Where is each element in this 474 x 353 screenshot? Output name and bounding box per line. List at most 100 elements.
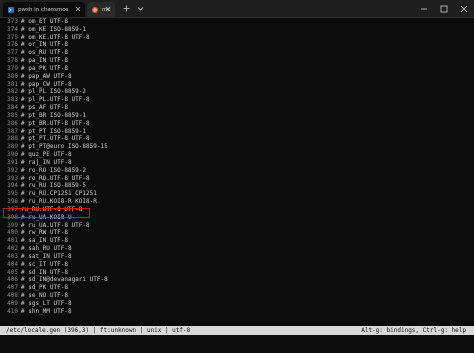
- buffer-line[interactable]: 403 # sat_IN UTF-8: [0, 253, 470, 261]
- buffer-line[interactable]: 374 # om_KE ISO-8859-1: [0, 26, 470, 34]
- buffer-line[interactable]: 380 # pap_AW UTF-8: [0, 73, 470, 81]
- buffer-line[interactable]: 375 # om_KE.UTF-8 UTF-8: [0, 34, 470, 42]
- buffer-line[interactable]: 410 # shn_MM UTF-8: [0, 308, 470, 316]
- buffer-line[interactable]: 393 # ro_RO.UTF-8 UTF-8: [0, 175, 470, 183]
- close-window-button[interactable]: [454, 0, 474, 17]
- editor-buffer[interactable]: 373 # om_ET UTF-8 374 # om_KE ISO-8859-1 375…: [0, 18, 470, 328]
- buffer-line[interactable]: 394 # ru_RU ISO-8859-5: [0, 182, 470, 190]
- buffer-line[interactable]: 388 # pt_PT.UTF-8 UTF-8: [0, 135, 470, 143]
- line-text: # or_IN UTF-8: [21, 41, 68, 49]
- status-bar: /etc/locale.gen (396,3) | ft:unknown | u…: [0, 326, 474, 335]
- line-number: 392: [7, 166, 18, 174]
- buffer-line[interactable]: 385 # pt_BR ISO-8859-1: [0, 112, 470, 120]
- line-number: 408: [7, 291, 18, 299]
- line-text: # sat_IN UTF-8: [21, 252, 72, 260]
- line-number: 404: [7, 260, 18, 268]
- buffer-line[interactable]: 387 # pt_PT ISO-8859-1: [0, 128, 470, 136]
- line-text: # pt_PT ISO-8859-1: [21, 127, 87, 135]
- line-number: 410: [7, 307, 18, 315]
- buffer-line[interactable]: 383 # pl_PL.UTF-8 UTF-8: [0, 96, 470, 104]
- line-number: 405: [7, 268, 18, 276]
- line-number: 379: [7, 64, 18, 72]
- line-text: # pa_PK UTF-8: [21, 64, 68, 72]
- buffer-line[interactable]: 402 # sah_RU UTF-8: [0, 245, 470, 253]
- buffer-line[interactable]: 390 # quz_PE UTF-8: [0, 151, 470, 159]
- buffer-line[interactable]: 407 # sd_PK UTF-8: [0, 284, 470, 292]
- line-number: 386: [7, 119, 18, 127]
- buffer-line[interactable]: 404 # sc_IT UTF-8: [0, 261, 470, 269]
- line-number: 380: [7, 72, 18, 80]
- buffer-line[interactable]: 395 # ru_RU.CP1251 CP1251: [0, 190, 470, 198]
- line-text: # sc_IT UTF-8: [21, 260, 68, 268]
- buffer-line[interactable]: 386 # pt_BR.UTF-8 UTF-8: [0, 120, 470, 128]
- status-help: Alt-g: bindings, Ctrl-g: help: [361, 327, 466, 334]
- status-file-info: /etc/locale.gen (396,3) | ft:unknown | u…: [6, 327, 191, 334]
- scrollbar[interactable]: [470, 18, 474, 328]
- line-number: 382: [7, 88, 18, 96]
- line-text: # pa_IN UTF-8: [21, 57, 68, 65]
- line-text: # om_KE ISO-8859-1: [21, 25, 87, 33]
- line-text: # pt_BR ISO-8859-1: [21, 111, 87, 119]
- line-number: 406: [7, 276, 18, 284]
- line-number: 385: [7, 111, 18, 119]
- buffer-line[interactable]: 381 # pap_CW UTF-8: [0, 81, 470, 89]
- buffer-line[interactable]: 378 # pa_IN UTF-8: [0, 57, 470, 65]
- line-text: # pl_PL.UTF-8 UTF-8: [21, 96, 90, 104]
- tab-mc[interactable]: mc: [87, 2, 115, 17]
- line-text: # ru_RU.CP1251 CP1251: [21, 190, 97, 198]
- line-number: 395: [7, 190, 18, 198]
- buffer-line[interactable]: 384 # ps_AF UTF-8: [0, 104, 470, 112]
- buffer-line[interactable]: 406 # sd_IN@devanagari UTF-8: [0, 276, 470, 284]
- line-number: 387: [7, 127, 18, 135]
- buffer-line[interactable]: 389 # pt_PT@euro ISO-8859-15: [0, 143, 470, 151]
- powershell-icon: [8, 6, 14, 13]
- buffer-line[interactable]: 376 # or_IN UTF-8: [0, 41, 470, 49]
- ubuntu-icon: [92, 6, 98, 13]
- close-icon[interactable]: [104, 5, 112, 13]
- new-tab-button[interactable]: [121, 3, 131, 14]
- line-number: 407: [7, 284, 18, 292]
- buffer-line[interactable]: 373 # om_ET UTF-8: [0, 18, 470, 26]
- line-text: # sgs_LT UTF-8: [21, 299, 72, 307]
- buffer-line[interactable]: 405 # sd_IN UTF-8: [0, 269, 470, 277]
- buffer-line[interactable]: 408 # se_NO UTF-8: [0, 292, 470, 300]
- buffer-line[interactable]: 396 # ru_RU.KOI8-R KOI8-R: [0, 198, 470, 206]
- buffer-line[interactable]: 391 # raj_IN UTF-8: [0, 159, 470, 167]
- buffer-line[interactable]: 377 # os_RU UTF-8: [0, 49, 470, 57]
- buffer-line[interactable]: 409 # sgs_LT UTF-8: [0, 300, 470, 308]
- buffer-line[interactable]: 379 # pa_PK UTF-8: [0, 65, 470, 73]
- close-icon[interactable]: [74, 5, 82, 13]
- chevron-down-icon: [137, 7, 143, 11]
- line-number: 400: [7, 229, 18, 237]
- line-number: 399: [7, 221, 18, 229]
- tab-pwsh[interactable]: pwsh in chaosmos: [3, 2, 85, 17]
- line-number: 374: [7, 25, 18, 33]
- line-number: 403: [7, 252, 18, 260]
- buffer-line[interactable]: 401 # sa_IN UTF-8: [0, 237, 470, 245]
- tab-dropdown-button[interactable]: [135, 3, 145, 14]
- window-titlebar: pwsh in chaosmos mc: [0, 0, 474, 18]
- buffer-line[interactable]: 392 # ro_RO ISO-8859-2: [0, 167, 470, 175]
- line-number: 376: [7, 41, 18, 49]
- line-number: 390: [7, 151, 18, 159]
- command-line[interactable]: [0, 335, 474, 344]
- line-text: # pap_CW UTF-8: [21, 80, 72, 88]
- minimize-button[interactable]: [414, 0, 434, 17]
- line-text: # se_NO UTF-8: [21, 291, 68, 299]
- line-number: 401: [7, 237, 18, 245]
- buffer-line[interactable]: 382 # pl_PL ISO-8859-2: [0, 88, 470, 96]
- line-text: # raj_IN UTF-8: [21, 158, 72, 166]
- line-text: # shn_MM UTF-8: [21, 307, 72, 315]
- line-number: 388: [7, 135, 18, 143]
- line-number: 396: [7, 198, 18, 206]
- buffer-line[interactable]: 400 # rw_RW UTF-8: [0, 229, 470, 237]
- line-number: 393: [7, 174, 18, 182]
- line-number: 402: [7, 245, 18, 253]
- buffer-line[interactable]: 399 # ru_UA.UTF-8 UTF-8: [0, 222, 470, 230]
- line-text: # pt_BR.UTF-8 UTF-8: [21, 119, 90, 127]
- line-text: # sd_IN UTF-8: [21, 268, 68, 276]
- line-text: # ps_AF UTF-8: [21, 104, 68, 112]
- line-number: 383: [7, 96, 18, 104]
- line-text: # sah_RU UTF-8: [21, 245, 72, 253]
- maximize-button[interactable]: [434, 0, 454, 17]
